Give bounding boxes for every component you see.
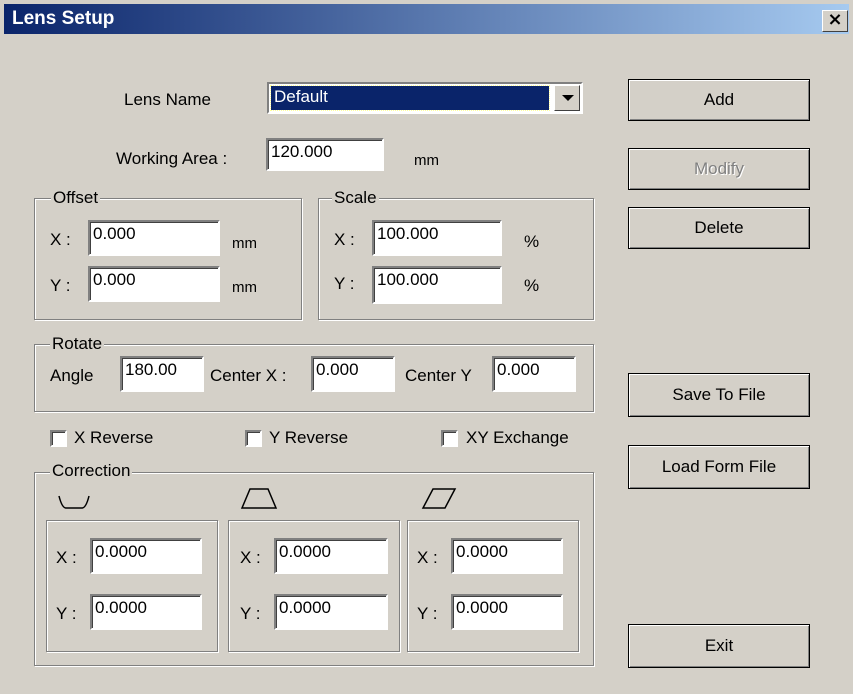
lens-setup-dialog: Lens Setup × Lens Name Default Working A… [0,0,853,694]
lens-name-label: Lens Name [124,90,211,109]
xy-exchange-label[interactable]: XY Exchange [466,428,569,448]
angle-input[interactable]: 180.00 [120,356,204,392]
offset-y-label: Y : [50,276,71,295]
parallelogram-x-input[interactable]: 0.0000 [451,538,563,574]
parallelogram-icon [421,488,457,509]
parallelogram-y-input[interactable]: 0.0000 [451,594,563,630]
parallelogram-y-label: Y : [417,604,438,623]
parallelogram-correction-tab[interactable] [407,480,582,518]
scale-x-label: X : [334,230,355,249]
load-form-file-button[interactable]: Load Form File [628,445,810,489]
scale-group-title: Scale [332,188,379,208]
working-area-label: Working Area : [116,149,228,168]
center-y-input[interactable]: 0.000 [492,356,576,392]
x-reverse-label[interactable]: X Reverse [74,428,153,448]
y-reverse-label[interactable]: Y Reverse [269,428,348,448]
trapezoid-y-label: Y : [240,604,261,623]
scale-y-label: Y : [334,274,355,293]
barrel-distortion-icon [58,495,90,509]
offset-y-unit: mm [232,279,257,296]
parallelogram-x-label: X : [417,548,438,567]
barrel-y-input[interactable]: 0.0000 [90,594,202,630]
center-y-label: Center Y [405,366,472,385]
barrel-y-label: Y : [56,604,77,623]
title-bar[interactable]: Lens Setup × [4,4,849,34]
offset-y-input[interactable]: 0.000 [88,266,220,302]
offset-group-title: Offset [51,188,101,208]
add-button[interactable]: Add [628,79,810,121]
barrel-correction-tab[interactable] [46,480,221,518]
correction-group-title: Correction [50,461,133,481]
x-reverse-checkbox[interactable] [50,430,67,447]
working-area-input[interactable]: 120.000 [266,138,384,171]
trapezoid-correction-tab[interactable] [228,480,403,518]
barrel-x-label: X : [56,548,77,567]
angle-label: Angle [50,366,94,385]
rotate-group-title: Rotate [50,334,105,354]
center-x-input[interactable]: 0.000 [311,356,395,392]
barrel-x-input[interactable]: 0.0000 [90,538,202,574]
center-x-label: Center X : [210,366,287,385]
close-button[interactable]: × [822,10,848,32]
working-area-unit: mm [414,152,439,169]
exit-button[interactable]: Exit [628,624,810,668]
trapezoid-y-input[interactable]: 0.0000 [274,594,388,630]
modify-button[interactable]: Modify [628,148,810,190]
scale-y-unit: % [524,276,540,295]
window-title: Lens Setup [12,8,115,29]
lens-name-selected-value: Default [270,85,550,111]
save-to-file-button[interactable]: Save To File [628,373,810,417]
scale-y-input[interactable]: 100.000 [372,266,502,304]
delete-button[interactable]: Delete [628,207,810,249]
scale-x-input[interactable]: 100.000 [372,220,502,256]
offset-x-unit: mm [232,235,257,252]
offset-x-input[interactable]: 0.000 [88,220,220,256]
offset-x-label: X : [50,230,71,249]
y-reverse-checkbox[interactable] [245,430,262,447]
trapezoid-icon [240,488,278,509]
dropdown-arrow-icon[interactable] [554,85,580,111]
trapezoid-x-label: X : [240,548,261,567]
scale-x-unit: % [524,232,540,251]
lens-name-select[interactable]: Default [267,82,583,114]
xy-exchange-checkbox[interactable] [441,430,458,447]
trapezoid-x-input[interactable]: 0.0000 [274,538,388,574]
